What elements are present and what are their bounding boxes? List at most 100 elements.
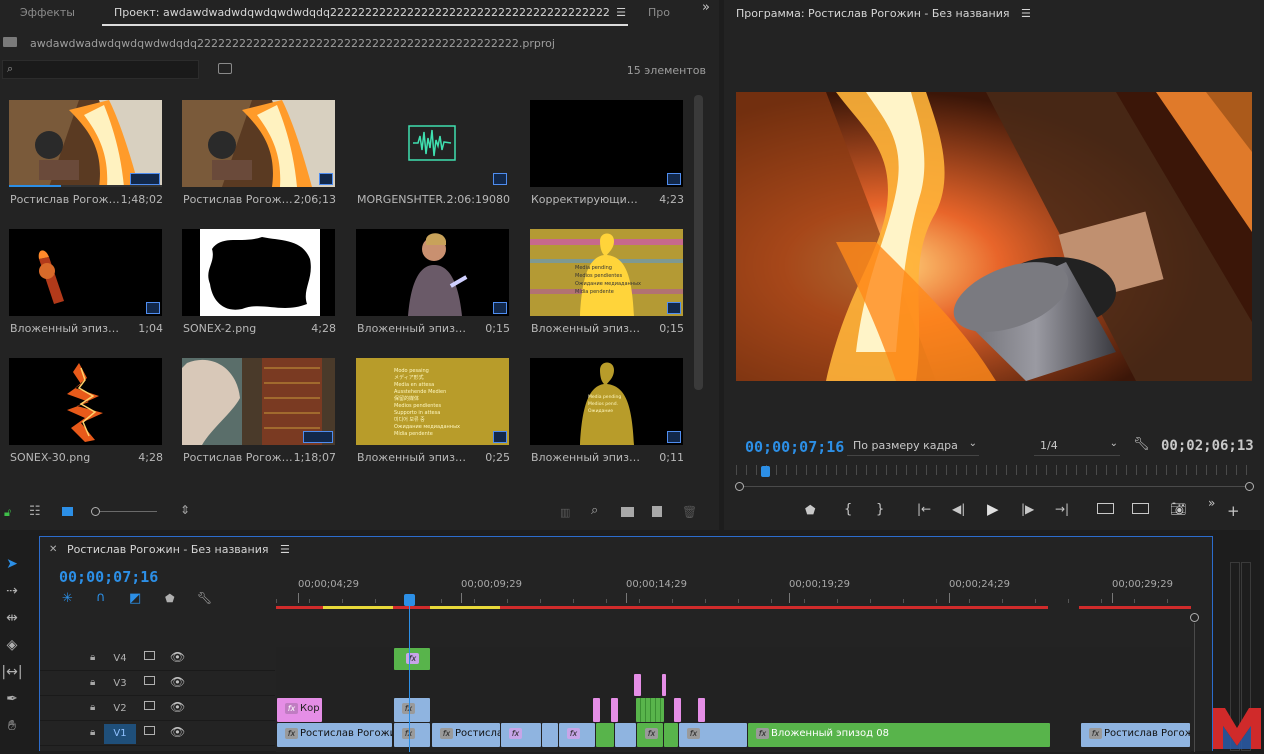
timeline-clip-v2[interactable]: fx xyxy=(394,698,430,722)
tab-effects[interactable]: Эффекты xyxy=(0,0,90,26)
zoom-slider-handle[interactable] xyxy=(91,507,100,516)
project-item[interactable]: Ростислав Рогожин ...2;06;13 xyxy=(173,92,346,221)
play-icon[interactable]: ▶ xyxy=(987,500,999,518)
zoom-bar-right-handle[interactable] xyxy=(1245,482,1254,491)
timeline-playhead[interactable] xyxy=(404,594,415,606)
lock-icon[interactable]: 🔒︎ xyxy=(90,677,95,688)
search-input[interactable]: ⌕ xyxy=(2,60,199,79)
timeline-clip-v2[interactable] xyxy=(674,698,681,722)
hamburger-icon[interactable]: ☰ xyxy=(616,0,626,24)
timeline-clip-v1[interactable]: fx xyxy=(394,723,430,747)
extract-icon[interactable] xyxy=(1132,503,1149,514)
go-to-out-icon[interactable]: →| xyxy=(1055,502,1069,516)
track-label[interactable]: V3 xyxy=(104,674,136,694)
track-label[interactable]: V4 xyxy=(104,649,136,669)
automate-icon[interactable]: ▥ xyxy=(560,506,570,519)
project-item[interactable]: Media pending Medios pend. Ожидание Вложенн… xyxy=(521,350,694,479)
monitor-zoom-bar[interactable] xyxy=(735,482,1254,491)
project-item[interactable]: Вложенный эпизод 01 1;04 xyxy=(0,221,173,350)
project-item[interactable]: Modo pesaing メディア形式 Media en attesa Aussteh… xyxy=(347,350,520,479)
lift-icon[interactable] xyxy=(1097,503,1114,514)
eye-icon[interactable]: 👁︎ xyxy=(170,650,185,664)
timeline-clip-v3[interactable] xyxy=(634,674,641,696)
track-header-v2[interactable]: 🔒︎ V2 👁︎ xyxy=(40,697,275,721)
eye-icon[interactable]: 👁︎ xyxy=(170,725,185,739)
close-icon[interactable]: ✕ xyxy=(49,544,57,555)
hamburger-icon[interactable]: ☰ xyxy=(1021,7,1031,20)
resolution-dropdown[interactable]: 1/4 ⌄ xyxy=(1034,437,1120,456)
lock-icon[interactable]: 🔒︎ xyxy=(90,702,95,713)
toggle-sync-icon[interactable] xyxy=(144,701,155,710)
export-frame-icon[interactable]: 📷︎ xyxy=(1170,502,1187,517)
timeline-clip-v3[interactable] xyxy=(662,674,666,696)
scrollbar[interactable] xyxy=(694,95,703,390)
list-view-icon[interactable]: ☷ xyxy=(29,504,41,519)
tab-project[interactable]: Проект: awdawdwadwdqwdqwdwdqdq2222222222… xyxy=(102,0,628,26)
selection-tool-icon[interactable]: ➤ xyxy=(0,552,24,576)
wrench-icon[interactable]: 🔧︎ xyxy=(197,591,212,605)
project-item[interactable]: Media pending Medios pendientes Ожидание м… xyxy=(521,221,694,350)
zoom-slider[interactable] xyxy=(91,507,157,516)
track-select-tool-icon[interactable]: ⇢ xyxy=(0,579,24,603)
new-item-icon[interactable] xyxy=(652,506,662,517)
monitor-ruler[interactable] xyxy=(736,465,1252,475)
step-back-icon[interactable]: ◀| xyxy=(952,502,965,516)
project-item[interactable]: Ростислав Рогожин -...1;18;07 xyxy=(173,350,346,479)
timeline-clip-v1[interactable]: fx xyxy=(679,723,747,747)
new-bin-icon[interactable] xyxy=(621,507,634,517)
project-item[interactable]: MORGENSHTER... 2:06:19080 xyxy=(347,92,520,221)
double-chevron-right-icon[interactable]: » xyxy=(702,0,710,15)
project-item[interactable]: Ростислав Рогожин ...1;48;02 xyxy=(0,92,173,221)
track-header-v4[interactable]: 🔒︎ V4 👁︎ xyxy=(40,647,275,671)
add-button-icon[interactable]: + xyxy=(1227,502,1240,520)
timeline-timecode[interactable]: 00;00;07;16 xyxy=(59,568,158,586)
mark-in-icon[interactable]: { xyxy=(844,502,852,517)
timeline-clip-v1[interactable] xyxy=(542,723,558,747)
monitor-playhead[interactable] xyxy=(761,466,770,477)
ripple-edit-tool-icon[interactable]: ⇹ xyxy=(0,606,24,630)
tab-project-2[interactable]: Про xyxy=(638,0,678,26)
toggle-sync-icon[interactable] xyxy=(144,676,155,685)
step-forward-icon[interactable]: |▶ xyxy=(1021,502,1034,516)
timeline-clip-v1[interactable] xyxy=(664,723,678,747)
timeline-clip-v1[interactable]: fx Ростислав Рогож xyxy=(1081,723,1190,747)
zoom-bar-left-handle[interactable] xyxy=(735,482,744,491)
track-label[interactable]: V1 xyxy=(104,724,136,744)
lock-icon[interactable]: 🔒︎ xyxy=(90,727,95,738)
timeline-clip-v1[interactable]: fxРостислав Рогожин - xyxy=(277,723,392,747)
go-to-in-icon[interactable]: |← xyxy=(917,502,931,516)
eye-icon[interactable]: 👁︎ xyxy=(170,675,185,689)
timeline-clip-v4[interactable]: fx xyxy=(394,648,430,670)
monitor-current-timecode[interactable]: 00;00;07;16 xyxy=(745,438,844,456)
snap-icon[interactable]: ✳ xyxy=(62,591,73,606)
timeline-clip-v2[interactable] xyxy=(611,698,618,722)
track-header-v1[interactable]: 🔒︎ V1 👁︎ xyxy=(40,722,275,746)
timeline-clip-v1[interactable]: fx xyxy=(637,723,663,747)
magnet-icon[interactable]: ∩ xyxy=(96,590,106,605)
timeline-clip-v1[interactable]: fx xyxy=(501,723,541,747)
timeline-v-scrollbar[interactable] xyxy=(1194,623,1195,752)
add-marker-icon[interactable]: ⬟ xyxy=(805,503,815,517)
search-bin-icon[interactable] xyxy=(218,63,232,74)
hand-tool-icon[interactable]: ✋︎ xyxy=(0,714,24,738)
razor-tool-icon[interactable]: ◈ xyxy=(0,633,24,657)
project-item[interactable]: SONEX-30.png 4;28 xyxy=(0,350,173,479)
slip-tool-icon[interactable]: |↔| xyxy=(0,660,24,684)
mark-out-icon[interactable]: } xyxy=(876,502,884,517)
timeline-v-scroll-handle[interactable] xyxy=(1190,613,1199,622)
add-marker-icon[interactable]: ⬟ xyxy=(165,592,175,605)
timeline-clip-v1-nested-08[interactable]: fx Вложенный эпизод 08 xyxy=(748,723,1050,747)
project-item[interactable]: Корректирующий слой 4;23 xyxy=(521,92,694,221)
project-item[interactable]: Вложенный эпизод 02 0;15 xyxy=(347,221,520,350)
timeline-clip-v2[interactable] xyxy=(636,698,664,722)
icon-view-icon[interactable] xyxy=(62,507,73,516)
pen-tool-icon[interactable]: ✒ xyxy=(0,687,24,711)
timeline-clip-v2[interactable] xyxy=(698,698,705,722)
timeline-clip-v2[interactable] xyxy=(593,698,600,722)
double-chevron-right-icon[interactable]: » xyxy=(1208,496,1215,510)
timeline-clip-v1[interactable] xyxy=(615,723,636,747)
timeline-clip-v1[interactable]: fx xyxy=(559,723,595,747)
hamburger-icon[interactable]: ☰ xyxy=(280,543,290,556)
trash-icon[interactable]: 🗑︎ xyxy=(682,505,697,519)
fit-dropdown[interactable]: По размеру кадра ⌄ xyxy=(847,437,979,456)
